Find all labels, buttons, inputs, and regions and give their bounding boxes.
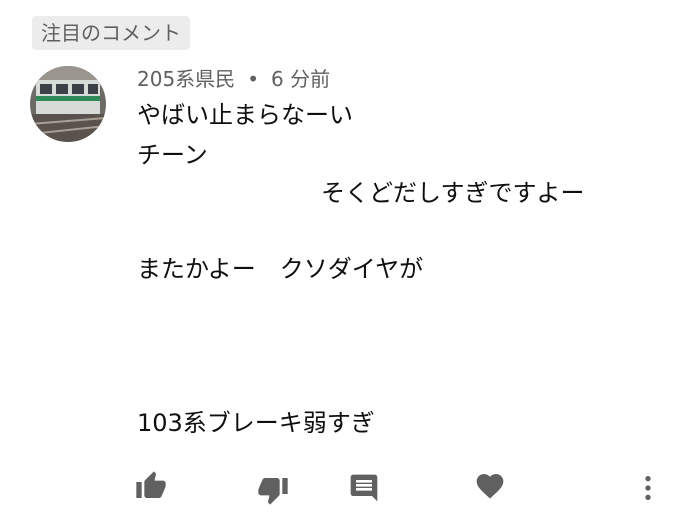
- heart-button[interactable]: [472, 468, 508, 504]
- pinned-comments-badge: 注目のコメント: [32, 16, 190, 50]
- thumbs-down-icon: [258, 478, 288, 505]
- more-vert-icon: [645, 476, 651, 500]
- reply-button[interactable]: [346, 470, 382, 506]
- reply-icon: [350, 474, 378, 502]
- comment-line: 103系ブレーキ弱すぎ: [137, 409, 375, 437]
- comment-line: またかよー クソダイヤが: [137, 255, 424, 283]
- comment-line: そくどだしすぎですよー: [321, 179, 585, 207]
- comment-line: やばい止まらなーい: [137, 101, 353, 129]
- comment-meta: 205系県民 • 6 分前: [137, 64, 330, 94]
- more-options-button[interactable]: [630, 470, 666, 506]
- comment-line: チーン: [137, 141, 208, 169]
- avatar[interactable]: [30, 66, 106, 142]
- heart-icon: [476, 474, 504, 499]
- comment-time: 6 分前: [270, 67, 331, 91]
- comment-actions: [0, 468, 680, 508]
- dislike-button[interactable]: [255, 472, 291, 508]
- comment-author[interactable]: 205系県民: [137, 67, 235, 91]
- meta-separator: •: [247, 67, 259, 91]
- thumbs-up-icon: [136, 471, 166, 498]
- train-photo-icon: [30, 66, 106, 142]
- like-button[interactable]: [133, 468, 169, 504]
